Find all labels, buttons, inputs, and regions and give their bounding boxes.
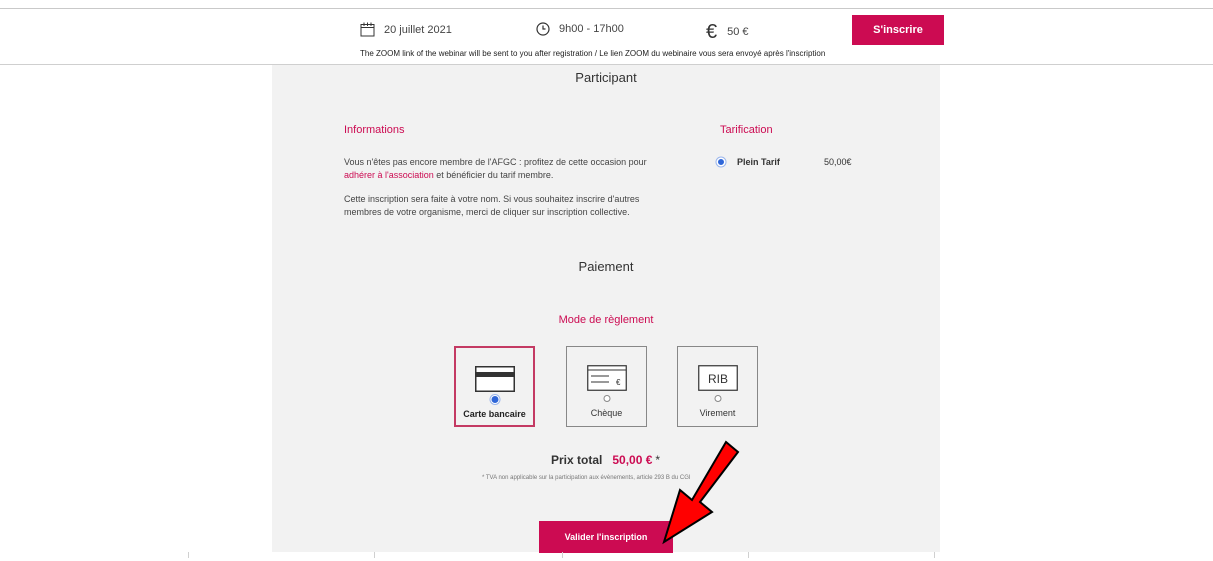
membership-text-pre: Vous n'êtes pas encore membre de l'AFGC …	[344, 157, 647, 167]
membership-text-post: et bénéficier du tarif membre.	[433, 170, 554, 180]
credit-card-icon	[474, 366, 515, 392]
cheque-icon: €	[586, 365, 627, 391]
event-date: 20 juillet 2021	[360, 22, 452, 37]
event-date-text: 20 juillet 2021	[384, 23, 452, 36]
submit-registration-button[interactable]: Valider l'inscription	[539, 521, 673, 553]
payment-virement-label: Virement	[699, 408, 736, 418]
event-info-bar: 20 juillet 2021 9h00 - 17h00 € 50 € S'in…	[360, 15, 950, 45]
svg-text:€: €	[616, 378, 621, 387]
bottom-tick	[188, 552, 189, 558]
register-button[interactable]: S'inscrire	[852, 15, 944, 45]
tarif-radio[interactable]	[718, 159, 724, 165]
payment-option-virement[interactable]: RIB Virement	[677, 346, 758, 427]
bottom-tick	[934, 552, 935, 558]
bottom-edge	[0, 552, 1213, 561]
total-price-value: 50,00 €	[612, 453, 653, 467]
zoom-notice: The ZOOM link of the webinar will be sen…	[360, 49, 826, 58]
tarification-label: Tarification	[720, 124, 773, 136]
payment-mode-label: Mode de règlement	[558, 314, 654, 326]
total-price-label: Prix total	[551, 453, 603, 467]
payment-title: Paiement	[578, 259, 634, 274]
tarif-option-plein[interactable]: Plein Tarif 50,00€	[718, 157, 852, 167]
euro-icon: €	[706, 21, 718, 43]
payment-card-label: Carte bancaire	[463, 409, 526, 419]
payment-cheque-label: Chèque	[590, 408, 623, 418]
informations-label: Informations	[344, 124, 405, 136]
bottom-tick	[562, 552, 563, 558]
payment-cheque-radio[interactable]	[603, 395, 610, 402]
rib-icon: RIB	[697, 365, 738, 391]
event-time: 9h00 - 17h00	[536, 22, 624, 36]
rib-icon-text: RIB	[707, 372, 727, 386]
membership-paragraph: Vous n'êtes pas encore membre de l'AFGC …	[344, 156, 664, 182]
total-price-row: Prix total 50,00 € *	[551, 453, 660, 467]
bottom-tick	[748, 552, 749, 558]
event-price: € 50 €	[706, 22, 749, 42]
payment-option-card[interactable]: Carte bancaire	[454, 346, 535, 427]
event-price-text: 50 €	[727, 26, 749, 38]
tarif-option-price: 50,00€	[824, 157, 852, 167]
registration-panel: Participant Informations Vous n'êtes pas…	[272, 65, 940, 553]
calendar-icon	[360, 22, 375, 37]
tarif-option-label: Plein Tarif	[737, 157, 780, 167]
clock-icon	[536, 22, 550, 36]
payment-virement-radio[interactable]	[714, 395, 721, 402]
event-time-text: 9h00 - 17h00	[559, 23, 624, 35]
top-divider	[0, 8, 1213, 9]
bottom-tick	[374, 552, 375, 558]
join-association-link[interactable]: adhérer à l'association	[344, 170, 434, 180]
red-arrow-annotation	[662, 440, 740, 545]
payment-card-radio[interactable]	[491, 396, 498, 403]
participant-title: Participant	[575, 70, 637, 85]
payment-option-cheque[interactable]: € Chèque	[566, 346, 647, 427]
collective-registration-paragraph: Cette inscription sera faite à votre nom…	[344, 194, 640, 217]
